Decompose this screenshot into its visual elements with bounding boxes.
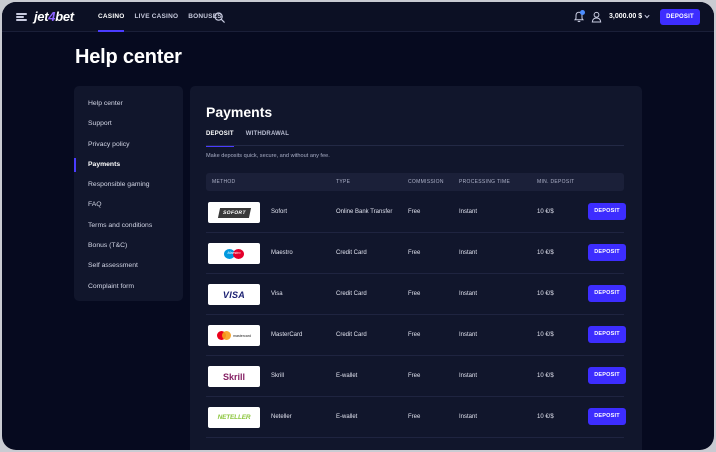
tab-deposit[interactable]: DEPOSIT: [206, 130, 234, 147]
method-name: Sofort: [271, 209, 288, 215]
section-title: Payments: [206, 104, 273, 120]
min-deposit: 10 €/$: [537, 209, 554, 215]
visa-logo: VISA: [208, 284, 260, 305]
method-type: Credit Card: [336, 291, 367, 297]
min-deposit: 10 €/$: [537, 332, 554, 338]
table-header: METHOD TYPE COMMISSION PROCESSING TIME M…: [206, 173, 624, 191]
processing-time: Instant: [459, 250, 478, 256]
sidebar-item-self-assessment[interactable]: Self assessment: [74, 256, 183, 276]
notification-dot: [580, 10, 585, 15]
table-row: mastercard MasterCard Credit Card Free I…: [206, 315, 626, 356]
mastercard-logo: mastercard: [208, 325, 260, 346]
help-sidebar: Help center Support Privacy policy Payme…: [74, 86, 183, 301]
column-commission: COMMISSION: [408, 179, 444, 185]
commission: Free: [408, 209, 421, 215]
neteller-logo-text: NETELLER: [217, 414, 251, 421]
processing-time: Instant: [459, 209, 478, 215]
method-name: MasterCard: [271, 332, 303, 338]
method-name: Neteller: [271, 414, 292, 420]
top-bar: jet4bet CASINO LIVE CASINO BONUSES 3,000…: [2, 2, 714, 32]
table-row: Skrill Skrill E-wallet Free Instant 10 €…: [206, 356, 626, 397]
payments-panel: Payments DEPOSIT WITHDRAWAL Make deposit…: [190, 86, 642, 450]
column-min-deposit: MIN. DEPOSIT: [537, 179, 575, 185]
maestro-logo-text: Maestro: [227, 250, 241, 255]
sofort-logo-text: SOFORT: [217, 207, 251, 218]
processing-time: Instant: [459, 291, 478, 297]
deposit-button[interactable]: DEPOSIT: [588, 367, 626, 384]
payment-tabs: DEPOSIT WITHDRAWAL: [206, 130, 624, 147]
skrill-logo-text: Skrill: [222, 371, 245, 382]
nav-casino[interactable]: CASINO: [98, 2, 125, 32]
chevron-down-icon[interactable]: [644, 14, 650, 19]
table-row: SOFORT Sofort Online Bank Transfer Free …: [206, 192, 626, 233]
skrill-logo: Skrill: [208, 366, 260, 387]
method-type: Online Bank Transfer: [336, 209, 393, 215]
main-nav: CASINO LIVE CASINO BONUSES: [98, 2, 232, 32]
balance-amount[interactable]: 3,000.00 $: [609, 2, 642, 32]
table-row: VISA Visa Credit Card Free Instant 10 €/…: [206, 274, 626, 315]
method-name: Skrill: [271, 373, 284, 379]
method-type: Credit Card: [336, 332, 367, 338]
logo-part-3: bet: [55, 9, 74, 24]
min-deposit: 10 €/$: [537, 373, 554, 379]
neteller-logo: NETELLER: [208, 407, 260, 428]
commission: Free: [408, 373, 421, 379]
processing-time: Instant: [459, 373, 478, 379]
min-deposit: 10 €/$: [537, 414, 554, 420]
sidebar-item-help-center[interactable]: Help center: [74, 94, 183, 114]
deposit-button[interactable]: DEPOSIT: [588, 326, 626, 343]
processing-time: Instant: [459, 332, 478, 338]
tab-withdrawal[interactable]: WITHDRAWAL: [246, 130, 289, 146]
menu-icon[interactable]: [16, 13, 27, 21]
header-deposit-button[interactable]: DEPOSIT: [660, 9, 700, 25]
app-window: jet4bet CASINO LIVE CASINO BONUSES 3,000…: [2, 2, 714, 450]
method-type: E-wallet: [336, 373, 358, 379]
commission: Free: [408, 414, 421, 420]
commission: Free: [408, 332, 421, 338]
column-processing-time: PROCESSING TIME: [459, 179, 511, 185]
sidebar-item-privacy-policy[interactable]: Privacy policy: [74, 135, 183, 155]
processing-time: Instant: [459, 414, 478, 420]
sidebar-item-payments[interactable]: Payments: [74, 155, 183, 175]
method-name: Maestro: [271, 250, 293, 256]
sofort-logo: SOFORT: [208, 202, 260, 223]
sidebar-item-faq[interactable]: FAQ: [74, 195, 183, 215]
sidebar-item-bonus-tc[interactable]: Bonus (T&C): [74, 236, 183, 256]
sidebar-item-complaint-form[interactable]: Complaint form: [74, 277, 183, 297]
deposit-button[interactable]: DEPOSIT: [588, 244, 626, 261]
min-deposit: 10 €/$: [537, 291, 554, 297]
maestro-logo: Maestro: [208, 243, 260, 264]
method-name: Visa: [271, 291, 283, 297]
commission: Free: [408, 291, 421, 297]
user-icon[interactable]: [591, 11, 602, 23]
deposit-button[interactable]: DEPOSIT: [588, 285, 626, 302]
site-logo[interactable]: jet4bet: [34, 9, 74, 24]
mastercard-logo-text: mastercard: [233, 333, 251, 338]
sidebar-item-responsible-gaming[interactable]: Responsible gaming: [74, 175, 183, 195]
deposit-button[interactable]: DEPOSIT: [588, 203, 626, 220]
method-type: Credit Card: [336, 250, 367, 256]
method-type: E-wallet: [336, 414, 358, 420]
nav-live-casino[interactable]: LIVE CASINO: [134, 2, 178, 32]
sidebar-item-terms[interactable]: Terms and conditions: [74, 216, 183, 236]
logo-part-1: jet: [34, 9, 49, 24]
column-type: TYPE: [336, 179, 351, 185]
search-icon[interactable]: [214, 12, 225, 23]
page-title: Help center: [75, 46, 182, 68]
commission: Free: [408, 250, 421, 256]
column-method: METHOD: [212, 179, 236, 185]
tab-description: Make deposits quick, secure, and without…: [206, 153, 330, 159]
sidebar-item-support[interactable]: Support: [74, 114, 183, 134]
table-row: Maestro Maestro Credit Card Free Instant…: [206, 233, 626, 274]
visa-logo-text: VISA: [222, 289, 246, 300]
deposit-button[interactable]: DEPOSIT: [588, 408, 626, 425]
table-row: NETELLER Neteller E-wallet Free Instant …: [206, 397, 626, 438]
min-deposit: 10 €/$: [537, 250, 554, 256]
